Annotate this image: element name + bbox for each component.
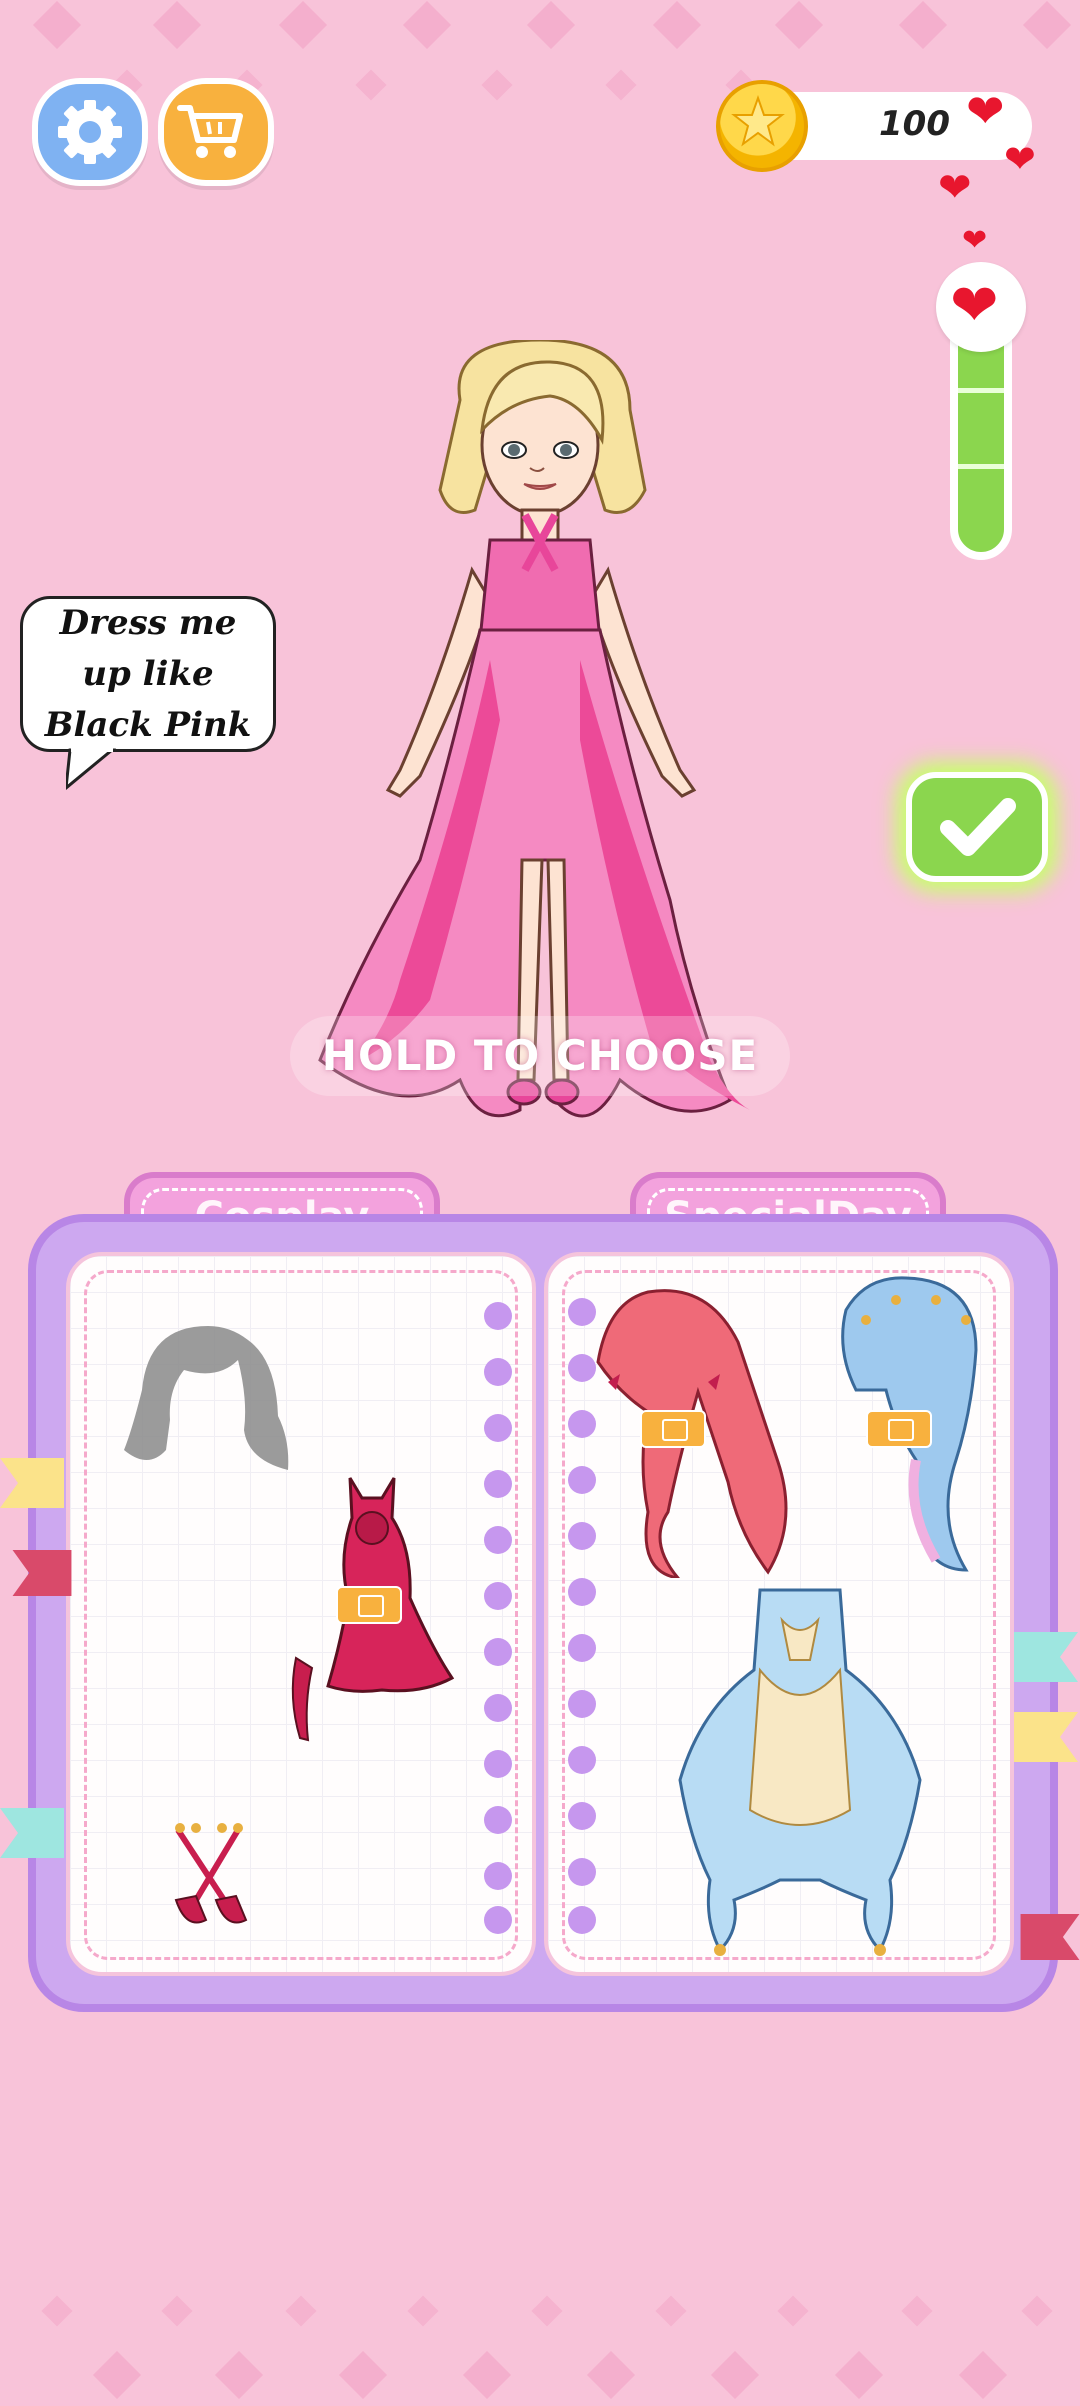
blue-gown-item[interactable] <box>670 1580 930 1960</box>
confirm-button[interactable] <box>906 772 1048 882</box>
red-heels-item[interactable] <box>166 1820 256 1926</box>
request-bubble: Dress me up like Black Pink <box>20 596 276 752</box>
coin-count: 100 <box>879 104 950 144</box>
bookmark-flag <box>12 1550 72 1596</box>
heart-icon: ❤ <box>950 271 999 339</box>
shop-button[interactable] <box>158 78 274 186</box>
bookmark-flag <box>1014 1632 1078 1682</box>
hold-to-choose-hint: HOLD TO CHOOSE <box>290 1016 790 1096</box>
settings-button[interactable] <box>32 78 148 186</box>
bookmark-flag <box>0 1808 64 1858</box>
heart-icon: ❤ <box>962 223 988 258</box>
checkmark-icon <box>940 798 1016 856</box>
bookmark-flag <box>1014 1712 1078 1762</box>
bottom-decor <box>0 2266 1080 2406</box>
heart-icon: ❤ <box>966 84 1005 138</box>
heart-icon: ❤ <box>938 165 972 211</box>
ad-unlock-badge[interactable] <box>866 1410 932 1448</box>
ad-unlock-badge[interactable] <box>336 1586 402 1624</box>
bookmark-flag <box>1020 1914 1080 1960</box>
bubble-tail <box>66 748 117 790</box>
ad-unlock-badge[interactable] <box>640 1410 706 1448</box>
hair-slot-empty[interactable] <box>118 1320 298 1480</box>
request-text: Dress me up like Black Pink <box>44 602 252 745</box>
heart-icon: ❤ <box>1004 137 1036 181</box>
gear-icon <box>58 100 122 164</box>
bookmark-flag <box>0 1458 64 1508</box>
shopping-cart-icon <box>177 105 243 158</box>
star-coin-icon <box>716 80 808 172</box>
